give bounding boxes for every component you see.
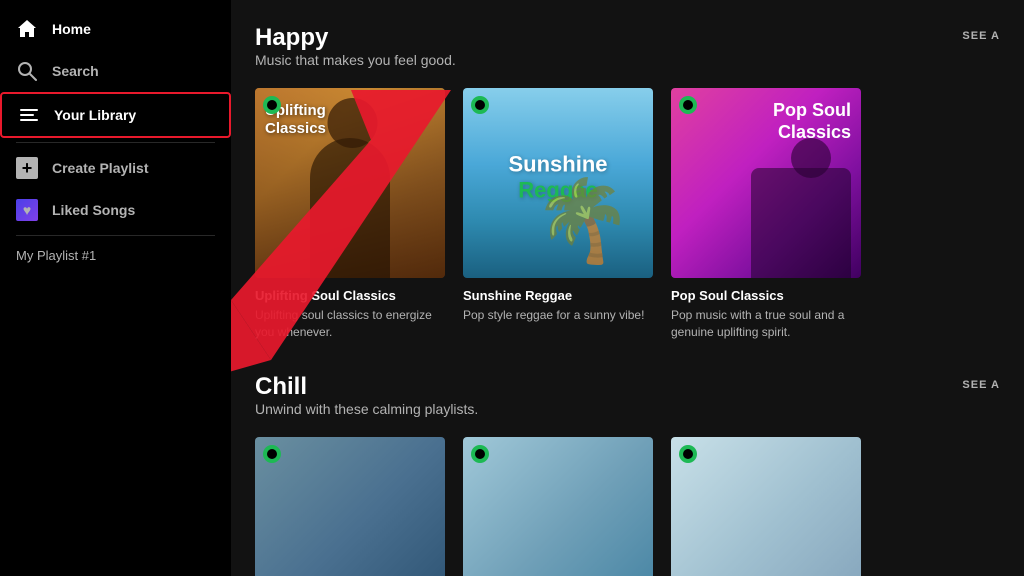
chill-cards-row bbox=[255, 437, 1000, 576]
spotify-dot-chill2 bbox=[471, 445, 489, 463]
happy-section: Happy Music that makes you feel good. SE… bbox=[255, 24, 1000, 341]
spotify-dot-uplifting bbox=[263, 96, 281, 114]
sidebar-divider-2 bbox=[16, 235, 215, 236]
card-uplifting[interactable]: UpliftingClassics Uplifting Soul Classic… bbox=[255, 88, 445, 341]
card-chill1-image bbox=[255, 437, 445, 576]
card-chill3[interactable] bbox=[671, 437, 861, 576]
sidebar-item-search[interactable]: Search bbox=[0, 50, 231, 92]
sidebar-library-label: Your Library bbox=[54, 107, 136, 123]
spotify-dot-popsoul bbox=[679, 96, 697, 114]
sidebar-search-label: Search bbox=[52, 63, 99, 79]
happy-section-header: Happy Music that makes you feel good. SE… bbox=[255, 24, 1000, 84]
spotify-dot-chill3 bbox=[679, 445, 697, 463]
reggae-desc: Pop style reggae for a sunny vibe! bbox=[463, 307, 653, 324]
card-chill2-image bbox=[463, 437, 653, 576]
playlist-name: My Playlist #1 bbox=[16, 248, 96, 263]
sidebar-item-your-library[interactable]: Your Library bbox=[0, 92, 231, 138]
card-chill2[interactable] bbox=[463, 437, 653, 576]
card-uplifting-image: UpliftingClassics bbox=[255, 88, 445, 278]
sidebar-item-home[interactable]: Home bbox=[0, 8, 231, 50]
card-reggae-image: Sunshine Reggae bbox=[463, 88, 653, 278]
library-icon bbox=[18, 104, 40, 126]
sidebar-item-create-playlist[interactable]: + Create Playlist bbox=[0, 147, 231, 189]
sidebar-home-label: Home bbox=[52, 21, 91, 37]
card-popsoul-image: Pop SoulClassics bbox=[671, 88, 861, 278]
playlist-item[interactable]: My Playlist #1 bbox=[0, 240, 231, 271]
uplifting-name: Uplifting Soul Classics bbox=[255, 288, 445, 303]
happy-subtitle: Music that makes you feel good. bbox=[255, 52, 456, 68]
card-pop-soul[interactable]: Pop SoulClassics Pop Soul Classics Pop m… bbox=[671, 88, 861, 341]
chill-title: Chill bbox=[255, 373, 478, 401]
popsoul-name: Pop Soul Classics bbox=[671, 288, 861, 303]
search-icon bbox=[16, 60, 38, 82]
spotify-dot-reggae bbox=[471, 96, 489, 114]
home-icon bbox=[16, 18, 38, 40]
card-sunshine-reggae[interactable]: Sunshine Reggae Sunshine Reggae Pop styl… bbox=[463, 88, 653, 341]
popsoul-desc: Pop music with a true soul and a genuine… bbox=[671, 307, 861, 341]
happy-see-all[interactable]: SEE A bbox=[962, 24, 1000, 42]
popsoul-overlay-text: Pop SoulClassics bbox=[773, 100, 851, 143]
chill-section: Chill Unwind with these calming playlist… bbox=[255, 373, 1000, 576]
happy-title: Happy bbox=[255, 24, 456, 52]
uplifting-desc: Uplifting soul classics to energize you … bbox=[255, 307, 445, 341]
sidebar-create-playlist-label: Create Playlist bbox=[52, 160, 149, 176]
card-chill1[interactable] bbox=[255, 437, 445, 576]
reggae-name: Sunshine Reggae bbox=[463, 288, 653, 303]
heart-icon: ♥ bbox=[16, 199, 38, 221]
sidebar-item-liked-songs[interactable]: ♥ Liked Songs bbox=[0, 189, 231, 231]
reggae-line2: Reggae bbox=[508, 178, 607, 204]
sidebar-divider bbox=[16, 142, 215, 143]
spotify-dot-chill1 bbox=[263, 445, 281, 463]
sidebar-liked-songs-label: Liked Songs bbox=[52, 202, 135, 218]
card-chill3-image bbox=[671, 437, 861, 576]
happy-cards-row: UpliftingClassics Uplifting Soul Classic… bbox=[255, 88, 1000, 341]
main-content: Happy Music that makes you feel good. SE… bbox=[231, 0, 1024, 576]
reggae-center-text: Sunshine Reggae bbox=[508, 151, 607, 204]
chill-section-header: Chill Unwind with these calming playlist… bbox=[255, 373, 1000, 433]
reggae-line1: Sunshine bbox=[508, 151, 607, 177]
plus-icon: + bbox=[16, 157, 38, 179]
sidebar: Home Search Your Library + Create Playli… bbox=[0, 0, 231, 576]
chill-subtitle: Unwind with these calming playlists. bbox=[255, 401, 478, 417]
chill-see-all[interactable]: SEE A bbox=[962, 373, 1000, 391]
